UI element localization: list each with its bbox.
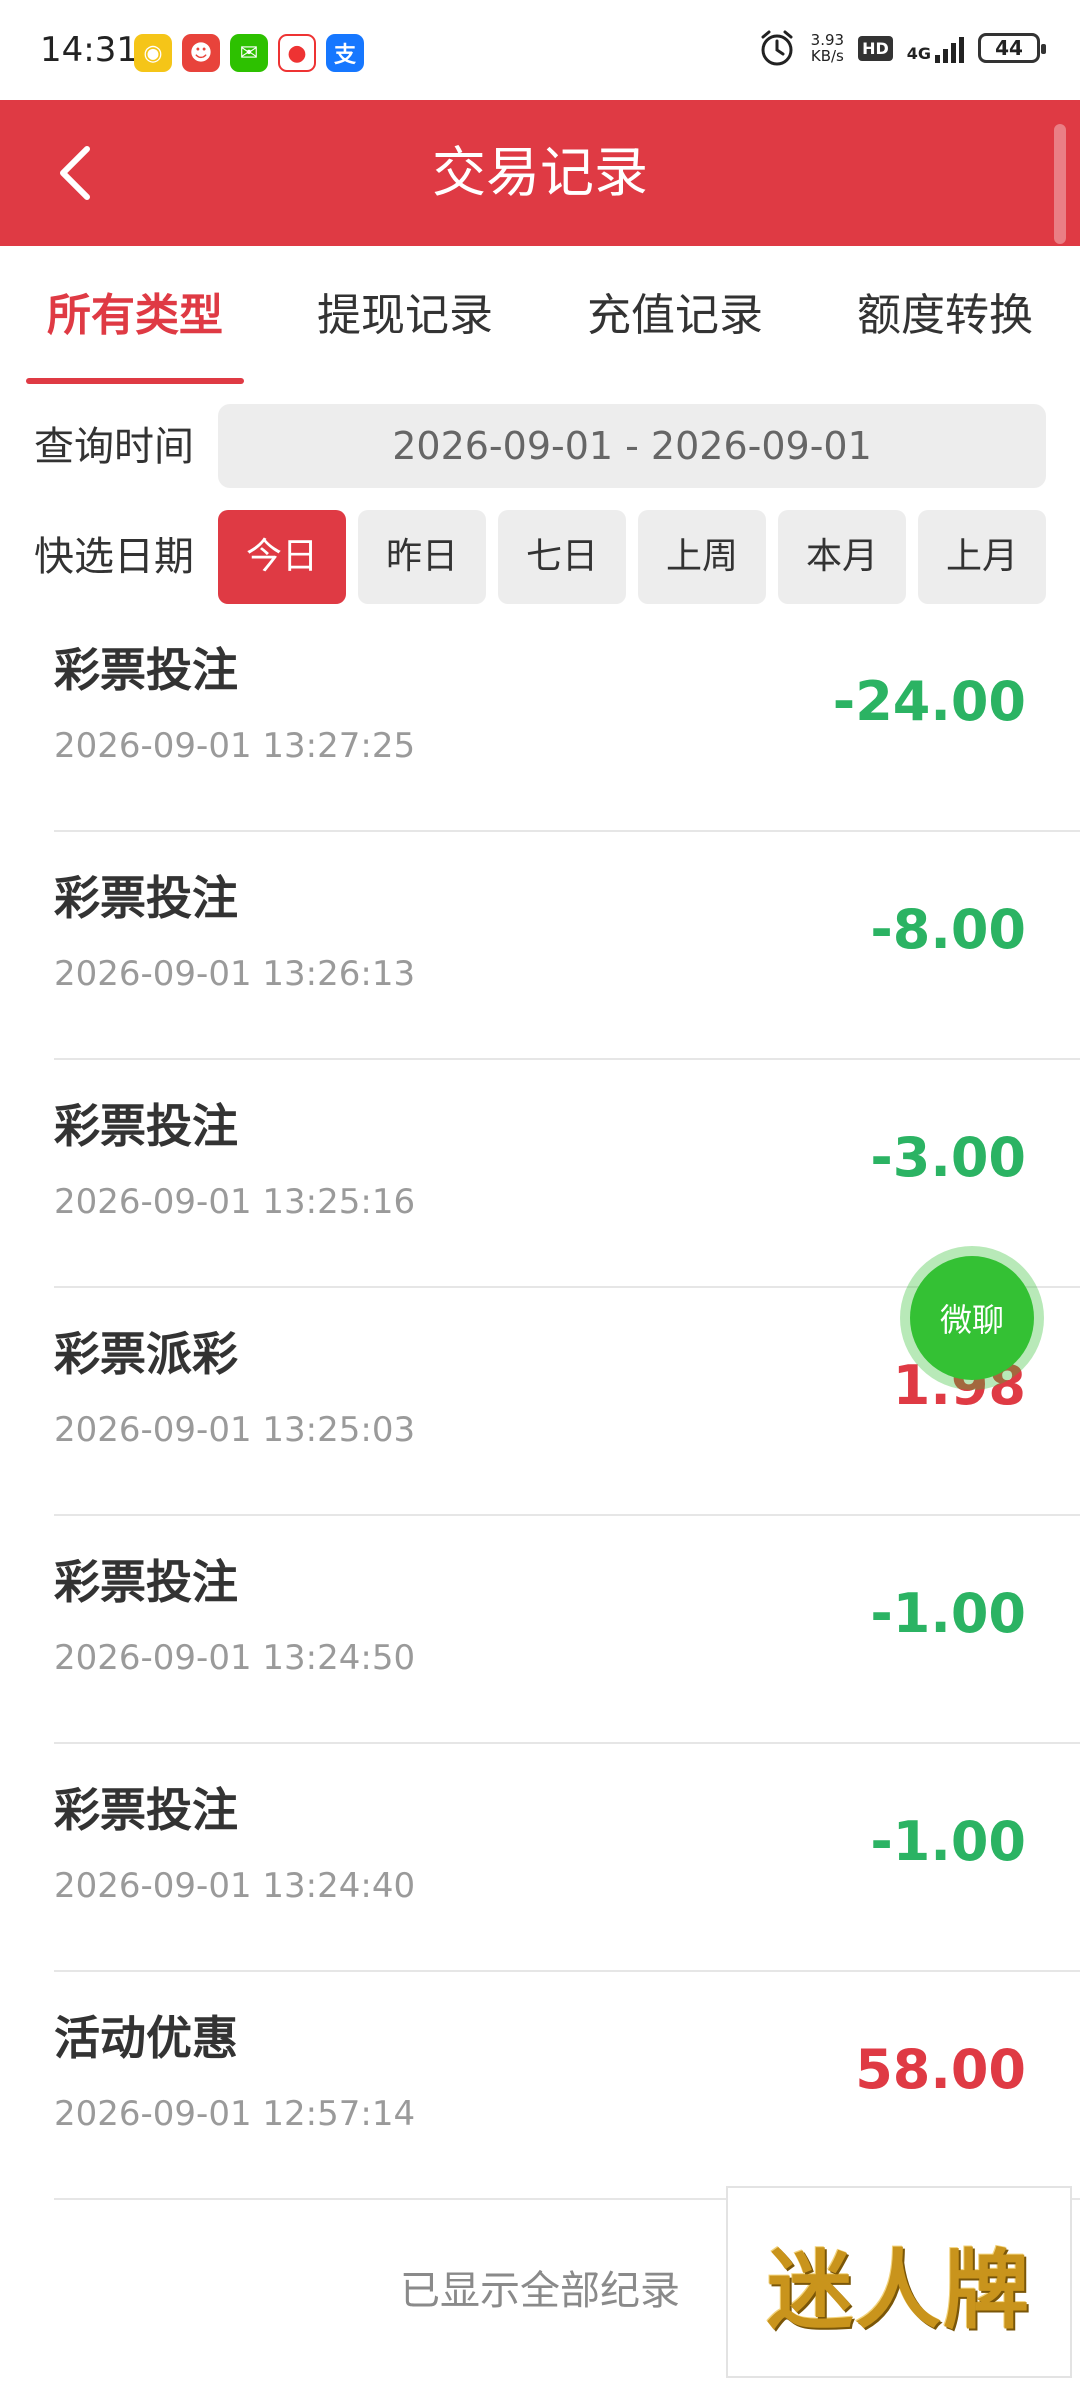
chip-last-week[interactable]: 上周 (638, 510, 766, 604)
signal-indicator: 4G (907, 33, 964, 63)
tab-deposits[interactable]: 充值记录 (540, 246, 810, 386)
transaction-time: 2026-09-01 12:57:14 (54, 2094, 416, 2134)
transaction-list: 彩票投注 2026-09-01 13:27:25 -24.00 彩票投注 202… (0, 604, 1080, 2200)
transaction-time: 2026-09-01 13:25:16 (54, 1182, 416, 1222)
net-speed: 3.93 KB/s (811, 32, 844, 64)
query-time-row: 查询时间 2026-09-01 - 2026-09-01 (0, 404, 1080, 490)
transaction-title: 彩票投注 (54, 1555, 238, 1609)
transaction-title: 彩票投注 (54, 871, 238, 925)
app-red-icon: ☻ (182, 34, 220, 72)
wechat-icon: ✉ (230, 34, 268, 72)
scroll-indicator (1054, 124, 1066, 244)
chat-float-button[interactable]: 微聊 (910, 1256, 1034, 1380)
transaction-amount: -8.00 (870, 898, 1026, 961)
transaction-amount: 58.00 (855, 2038, 1026, 2101)
transaction-row[interactable]: 彩票投注 2026-09-01 13:26:13 -8.00 (0, 832, 1080, 1060)
status-indicators: 3.93 KB/s HD 4G 44 (757, 28, 1046, 68)
transaction-row[interactable]: 彩票投注 2026-09-01 13:27:25 -24.00 (0, 604, 1080, 832)
transaction-time: 2026-09-01 13:24:50 (54, 1638, 416, 1678)
net-speed-unit: KB/s (810, 47, 844, 65)
network-type: 4G (906, 44, 931, 63)
chip-last-month[interactable]: 上月 (918, 510, 1046, 604)
transaction-time: 2026-09-01 13:26:13 (54, 954, 416, 994)
quick-date-row: 快选日期 今日 昨日 七日 上周 本月 上月 (0, 510, 1080, 604)
transaction-row[interactable]: 彩票投注 2026-09-01 13:24:40 -1.00 (0, 1744, 1080, 1972)
transaction-time: 2026-09-01 13:25:03 (54, 1410, 416, 1450)
battery-icon: 44 (978, 33, 1046, 63)
battery-level: 44 (995, 36, 1023, 60)
status-app-icons: ◉ ☻ ✉ ● 支 (134, 34, 364, 72)
transaction-row[interactable]: 彩票投注 2026-09-01 13:24:50 -1.00 (0, 1516, 1080, 1744)
brand-logo: 迷人牌 (726, 2186, 1072, 2378)
status-time: 14:31 (40, 30, 138, 70)
transaction-amount: -1.00 (870, 1810, 1026, 1873)
net-speed-value: 3.93 (810, 31, 845, 49)
transaction-title: 彩票派彩 (54, 1327, 238, 1381)
tab-transfers[interactable]: 额度转换 (810, 246, 1080, 386)
alipay-icon: 支 (326, 34, 364, 72)
alarm-icon (761, 30, 793, 66)
query-time-label: 查询时间 (34, 424, 194, 470)
transaction-title: 彩票投注 (54, 1099, 238, 1153)
transaction-time: 2026-09-01 13:24:40 (54, 1866, 416, 1906)
tab-all-types[interactable]: 所有类型 (0, 246, 270, 386)
type-tabs: 所有类型 提现记录 充值记录 额度转换 (0, 246, 1080, 386)
chip-yesterday[interactable]: 昨日 (358, 510, 486, 604)
tab-withdrawals[interactable]: 提现记录 (270, 246, 540, 386)
transaction-title: 活动优惠 (54, 2011, 238, 2065)
transaction-amount: -3.00 (870, 1126, 1026, 1189)
quick-date-options: 今日 昨日 七日 上周 本月 上月 (218, 510, 1046, 604)
weibo-icon: ◉ (134, 34, 172, 72)
chip-today[interactable]: 今日 (218, 510, 346, 604)
date-range-field[interactable]: 2026-09-01 - 2026-09-01 (218, 404, 1046, 488)
transaction-title: 彩票投注 (54, 1783, 238, 1837)
hd-badge: HD (858, 35, 893, 61)
transaction-time: 2026-09-01 13:27:25 (54, 726, 416, 766)
chat-float-label: 微聊 (939, 1301, 1004, 1339)
video-icon: ● (278, 34, 316, 72)
signal-bars-icon (935, 33, 964, 63)
quick-date-label: 快选日期 (34, 534, 194, 580)
app-header: 交易记录 (0, 100, 1080, 246)
transaction-title: 彩票投注 (54, 643, 238, 697)
chip-seven-days[interactable]: 七日 (498, 510, 626, 604)
transaction-row[interactable]: 活动优惠 2026-09-01 12:57:14 58.00 (0, 1972, 1080, 2200)
brand-logo-text: 迷人牌 (767, 2239, 1031, 2341)
transaction-amount: -24.00 (832, 670, 1026, 733)
page-title: 交易记录 (432, 141, 648, 204)
status-bar: 14:31 ◉ ☻ ✉ ● 支 3.93 KB/s HD 4G 44 (0, 0, 1080, 100)
transaction-row[interactable]: 彩票投注 2026-09-01 13:25:16 -3.00 (0, 1060, 1080, 1288)
transaction-amount: -1.00 (870, 1582, 1026, 1645)
chip-this-month[interactable]: 本月 (778, 510, 906, 604)
